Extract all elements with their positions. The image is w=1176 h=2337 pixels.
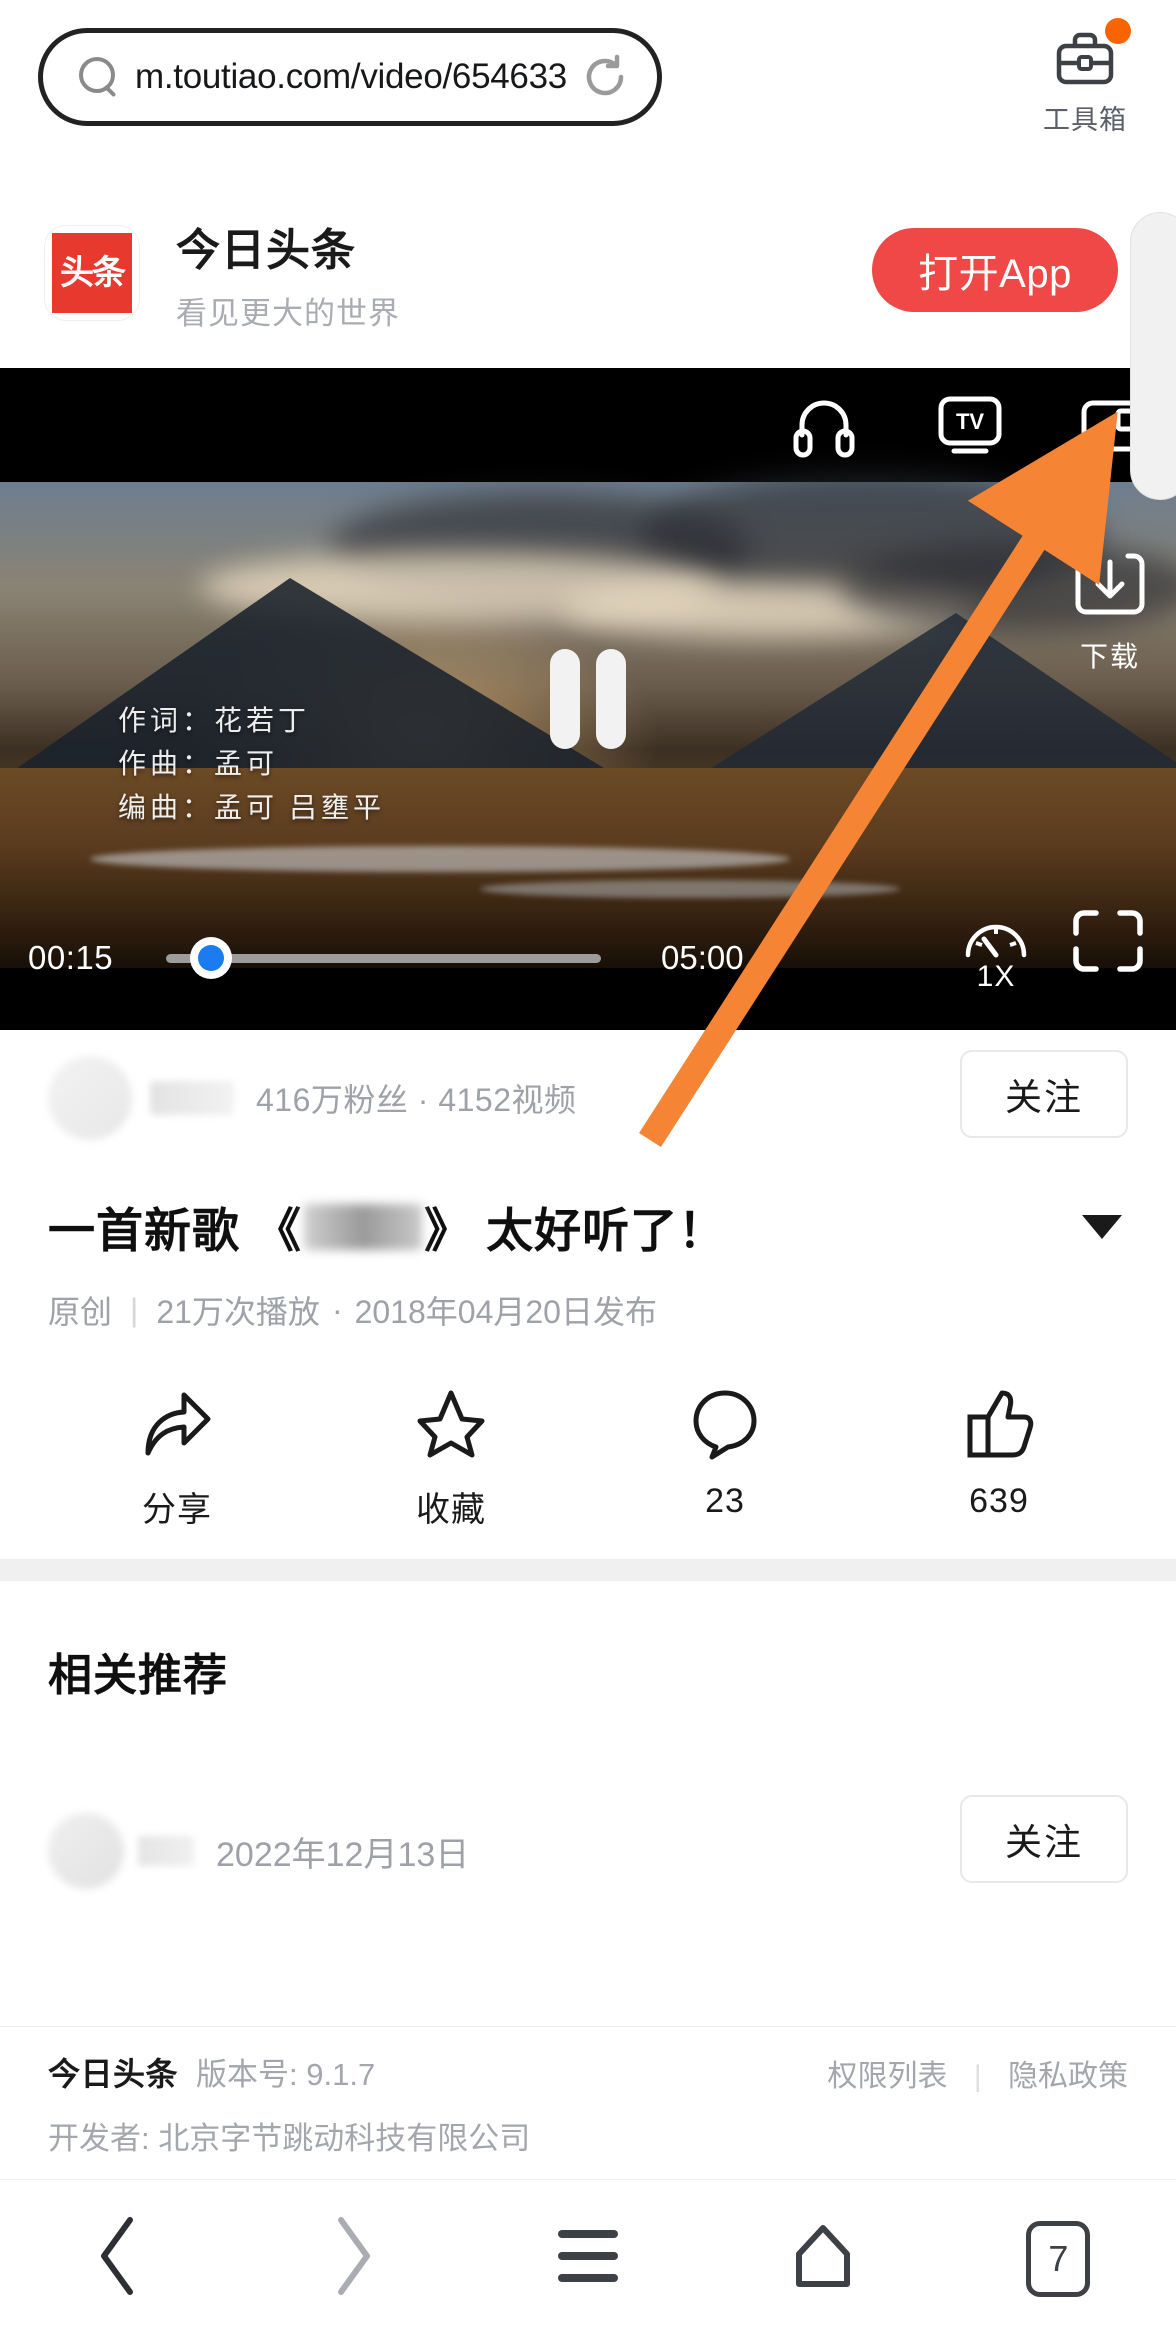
fullscreen-button[interactable]: [1070, 907, 1146, 980]
author-stats: 416万粉丝 · 4152视频: [256, 1082, 577, 1118]
author-row: 416万粉丝 · 4152视频 关注: [0, 1030, 1176, 1166]
open-app-button[interactable]: 打开App: [872, 228, 1118, 312]
meta-divider: |: [130, 1291, 139, 1328]
app-title: 今日头条: [176, 225, 356, 275]
forward-icon: [323, 2212, 383, 2305]
back-icon: [88, 2212, 148, 2305]
current-time: 00:15: [28, 939, 114, 976]
svg-text:TV: TV: [956, 409, 984, 434]
app-meta: 今日头条 看见更大的世界: [176, 214, 400, 333]
speed-label: 1X: [976, 960, 1016, 993]
star-icon: [412, 1385, 490, 1466]
back-button[interactable]: [38, 2204, 198, 2314]
browser-toolbar: m.toutiao.com/video/654633… 工具箱: [0, 0, 1176, 178]
app-logo-text: 头条: [52, 233, 132, 313]
tv-cast-icon[interactable]: TV: [932, 387, 1008, 463]
like-count: 639: [969, 1482, 1029, 1520]
fullscreen-icon: [1070, 910, 1146, 979]
favorite-label: 收藏: [416, 1491, 486, 1529]
pause-bar-right: [596, 649, 626, 749]
playback-speed-button[interactable]: 1X: [962, 913, 1030, 994]
tabs-button[interactable]: 7: [978, 2204, 1138, 2314]
app-subtitle: 看见更大的世界: [176, 295, 400, 331]
browser-navigation-bar: 7: [0, 2179, 1176, 2337]
follow-button[interactable]: 关注: [960, 1050, 1128, 1138]
action-bar: 分享 收藏 23 639: [0, 1385, 1176, 1555]
forward-button[interactable]: [273, 2204, 433, 2314]
author-name[interactable]: [150, 1081, 234, 1115]
seek-thumb[interactable]: [190, 937, 232, 979]
share-button[interactable]: 分享: [77, 1385, 277, 1531]
meta-plays: 21万次播放: [156, 1294, 320, 1330]
menu-button[interactable]: [508, 2204, 668, 2314]
credit-line-3: 编曲：孟可 吕壅平: [118, 792, 386, 824]
toolbox-button[interactable]: 工具箱: [1020, 18, 1150, 137]
address-bar[interactable]: m.toutiao.com/video/654633…: [38, 28, 662, 126]
meta-row: 原创 | 21万次播放 · 2018年04月20日发布: [0, 1287, 1176, 1333]
chevron-down-icon[interactable]: [1082, 1214, 1122, 1239]
toolbox-badge: [1105, 18, 1131, 44]
title-prefix: 一首新歌 《: [48, 1204, 303, 1257]
app-info-footer: 今日头条 版本号: 9.1.7 权限列表 | 隐私政策 开发者: 北京字节跳动科…: [0, 2026, 1176, 2158]
app-logo: 头条: [44, 225, 140, 321]
download-label: 下载: [1079, 641, 1140, 672]
screen: m.toutiao.com/video/654633… 工具箱 头条 今日头条 …: [0, 0, 1176, 2337]
pause-button[interactable]: [550, 649, 626, 749]
share-icon: [138, 1385, 216, 1466]
menu-icon: [548, 2220, 628, 2297]
video-credits: 作词：花若丁 作曲：孟可 编曲：孟可 吕壅平: [118, 700, 385, 830]
title-suffix: 》 太好听了！: [424, 1204, 727, 1257]
thumbs-up-icon: [960, 1385, 1038, 1466]
app-footer-links: 权限列表 | 隐私政策: [828, 2051, 1128, 2095]
video-player[interactable]: 作词：花若丁 作曲：孟可 编曲：孟可 吕壅平 TV 下载 00:15 05:00…: [0, 368, 1176, 1030]
article-section: 416万粉丝 · 4152视频 关注 一首新歌 《 》 太好听了！ 原创 | 2…: [0, 1030, 1176, 1911]
search-icon: [77, 55, 121, 99]
title-redacted-song: [304, 1203, 423, 1250]
app-banner: 头条 今日头条 看见更大的世界 打开App: [0, 178, 1176, 368]
app-footer-brand: 今日头条: [48, 2056, 179, 2092]
app-footer-developer: 开发者: 北京字节跳动科技有限公司: [48, 2121, 531, 2156]
home-button[interactable]: [743, 2204, 903, 2314]
toolbox-label: 工具箱: [1043, 105, 1127, 135]
meta-date: 2018年04月20日发布: [354, 1294, 657, 1330]
player-top-controls: TV: [0, 368, 1176, 482]
share-label: 分享: [142, 1491, 212, 1529]
pause-bar-left: [550, 649, 580, 749]
download-icon: [1072, 546, 1148, 627]
seek-bar[interactable]: [166, 937, 601, 979]
page-title: 一首新歌 《 》 太好听了！: [48, 1192, 726, 1261]
link-separator: |: [973, 2060, 982, 2093]
reload-icon[interactable]: [579, 51, 631, 103]
rec-author-name[interactable]: [138, 1836, 194, 1866]
like-button[interactable]: 639: [899, 1385, 1099, 1521]
url-text[interactable]: m.toutiao.com/video/654633…: [135, 57, 571, 97]
rec-date: 2022年12月13日: [216, 1835, 470, 1874]
speed-gauge-icon: [962, 913, 1030, 966]
recommend-heading: 相关推荐: [48, 1651, 228, 1700]
avatar[interactable]: [48, 1056, 132, 1140]
favorite-button[interactable]: 收藏: [351, 1385, 551, 1531]
privacy-link[interactable]: 隐私政策: [1008, 2060, 1128, 2093]
credit-line-1: 作词：花若丁: [118, 706, 311, 737]
section-divider: [0, 1559, 1176, 1581]
app-footer-version: 版本号: 9.1.7: [196, 2057, 376, 2092]
credit-line-2: 作曲：孟可: [118, 749, 279, 781]
comment-button[interactable]: 23: [625, 1385, 825, 1521]
avatar[interactable]: [48, 1813, 124, 1889]
title-row: 一首新歌 《 》 太好听了！: [0, 1192, 1176, 1261]
headphones-icon[interactable]: [786, 387, 862, 463]
toolbox-icon: [1051, 18, 1131, 92]
meta-dot: ·: [331, 1291, 343, 1328]
download-button[interactable]: 下载: [1072, 546, 1148, 675]
meta-original: 原创: [48, 1294, 113, 1330]
floating-side-panel[interactable]: [1130, 212, 1176, 500]
comment-count: 23: [705, 1482, 745, 1520]
comment-icon: [686, 1385, 764, 1466]
tab-count: 7: [1026, 2220, 1091, 2297]
permissions-link[interactable]: 权限列表: [828, 2060, 948, 2093]
follow-button[interactable]: 关注: [960, 1795, 1128, 1883]
home-icon: [785, 2218, 861, 2299]
list-item[interactable]: 2022年12月13日 关注: [0, 1791, 1176, 1911]
total-time: 05:00: [661, 939, 744, 976]
